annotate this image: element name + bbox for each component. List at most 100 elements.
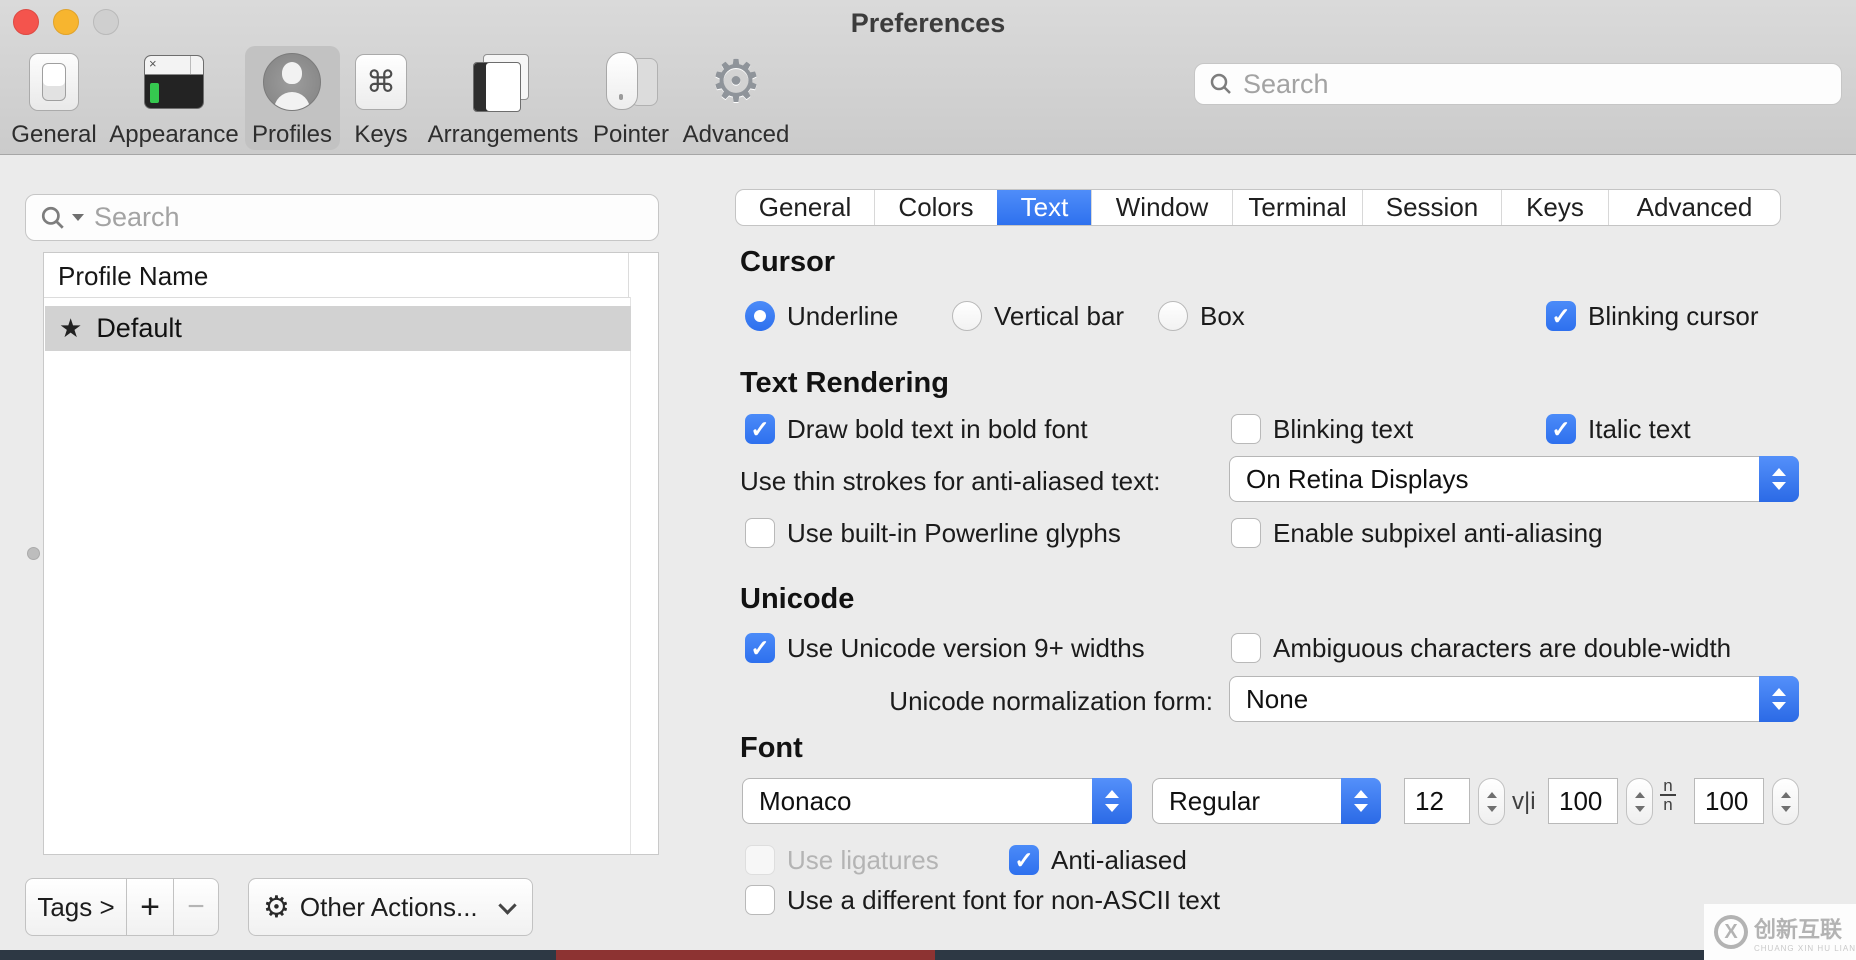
font-style-popup[interactable]: Regular [1152, 778, 1381, 824]
use-ligatures-label: Use ligatures [787, 845, 939, 876]
vertical-spacing-icon-top: n [1663, 778, 1672, 793]
cursor-section-heading: Cursor [740, 246, 835, 279]
search-scope-chevron-icon[interactable] [72, 214, 84, 221]
checkbox-subpixel[interactable]: Enable subpixel anti-aliasing [1231, 517, 1603, 549]
font-size-stepper[interactable] [1478, 778, 1505, 825]
tab-colors[interactable]: Colors [874, 190, 997, 225]
thin-strokes-popup[interactable]: On Retina Displays [1229, 456, 1799, 502]
add-profile-button[interactable]: + [127, 878, 174, 936]
tab-general[interactable]: General [736, 190, 874, 225]
checkbox-icon[interactable] [745, 518, 775, 548]
command-key-icon[interactable]: ⌘ [349, 50, 413, 114]
other-actions-button[interactable]: ⚙ Other Actions... [248, 878, 533, 936]
checkbox-draw-bold[interactable]: Draw bold text in bold font [745, 413, 1088, 445]
checkbox-use-ligatures[interactable]: Use ligatures [745, 844, 939, 876]
checkbox-non-ascii-font[interactable]: Use a different font for non-ASCII text [745, 884, 1220, 916]
toolbar-search[interactable] [1194, 63, 1842, 105]
watermark-cn-text: 创新互联 [1754, 912, 1856, 944]
tab-text[interactable]: Text [997, 190, 1091, 225]
close-button[interactable] [13, 9, 39, 35]
normalization-label: Unicode normalization form: [740, 686, 1213, 717]
radio-icon[interactable] [952, 301, 982, 331]
toolbar-search-input[interactable] [1243, 69, 1841, 100]
font-family-popup[interactable]: Monaco [742, 778, 1132, 824]
checkbox-blinking-text[interactable]: Blinking text [1231, 413, 1413, 445]
checkbox-icon[interactable] [745, 885, 775, 915]
popup-chevrons-icon[interactable] [1759, 456, 1799, 502]
profile-tab-bar: General Colors Text Window Terminal Sess… [735, 189, 1781, 226]
checkbox-italic-text[interactable]: Italic text [1546, 413, 1691, 445]
watermark-logo-icon: X [1714, 915, 1748, 949]
tab-window[interactable]: Window [1091, 190, 1232, 225]
arrangements-windows-glyph [473, 54, 533, 110]
table-scrollbar[interactable] [630, 297, 658, 854]
antialiased-label: Anti-aliased [1051, 845, 1187, 876]
checkbox-antialiased[interactable]: Anti-aliased [1009, 844, 1187, 876]
profiles-search[interactable] [25, 194, 659, 241]
tab-terminal[interactable]: Terminal [1232, 190, 1362, 225]
font-size-field[interactable] [1404, 778, 1470, 824]
arrangements-windows-icon[interactable] [471, 50, 535, 114]
mouse-icon[interactable] [599, 50, 663, 114]
horizontal-spacing-field[interactable] [1548, 778, 1618, 824]
checkbox-icon[interactable] [1009, 845, 1039, 875]
ambiguous-width-label: Ambiguous characters are double-width [1273, 633, 1731, 664]
tab-keys[interactable]: Keys [1501, 190, 1608, 225]
minimize-button[interactable] [53, 9, 79, 35]
radio-vertical-bar[interactable]: Vertical bar [952, 300, 1124, 332]
unicode9-label: Use Unicode version 9+ widths [787, 633, 1145, 664]
horizontal-spacing-stepper[interactable] [1626, 778, 1653, 825]
checkbox-powerline[interactable]: Use built-in Powerline glyphs [745, 517, 1121, 549]
subpixel-label: Enable subpixel anti-aliasing [1273, 518, 1603, 549]
zoom-button[interactable] [93, 9, 119, 35]
popup-chevrons-icon[interactable] [1092, 778, 1132, 824]
font-family-value: Monaco [743, 786, 852, 817]
radio-box[interactable]: Box [1158, 300, 1245, 332]
checkbox-unicode9[interactable]: Use Unicode version 9+ widths [745, 632, 1145, 664]
profiles-person-icon[interactable] [260, 50, 324, 114]
popup-chevrons-icon[interactable] [1759, 676, 1799, 722]
watermark-en-text: CHUANG XIN HU LIAN [1754, 944, 1856, 953]
profile-row-default[interactable]: ★ Default [45, 306, 631, 351]
vertical-spacing-field[interactable] [1694, 778, 1764, 824]
profile-name-column-header[interactable]: Profile Name [58, 261, 208, 292]
checkbox-icon[interactable] [1546, 414, 1576, 444]
normalization-popup[interactable]: None [1229, 676, 1799, 722]
search-icon [1209, 72, 1233, 96]
checkbox-icon[interactable] [1231, 518, 1261, 548]
remove-profile-button[interactable]: − [174, 878, 219, 936]
checkbox-ambiguous-width[interactable]: Ambiguous characters are double-width [1231, 632, 1731, 664]
profiles-search-input[interactable] [94, 202, 658, 233]
radio-underline[interactable]: Underline [745, 300, 898, 332]
tab-advanced[interactable]: Advanced [1608, 190, 1780, 225]
remove-profile-label: − [187, 890, 205, 924]
toolbar-item-advanced[interactable]: Advanced [646, 121, 826, 149]
general-switch-icon[interactable] [22, 50, 86, 114]
checkbox-blinking-cursor[interactable]: Blinking cursor [1546, 300, 1759, 332]
checkbox-icon[interactable] [1231, 633, 1261, 663]
popup-chevrons-icon[interactable] [1341, 778, 1381, 824]
radio-icon[interactable] [745, 301, 775, 331]
profiles-person-glyph [263, 53, 321, 111]
tags-button-label: Tags > [37, 892, 114, 923]
checkbox-icon[interactable] [1231, 414, 1261, 444]
bottom-strip-red [556, 950, 935, 960]
chevron-down-icon [498, 896, 516, 914]
checkbox-icon[interactable] [1546, 301, 1576, 331]
blinking-cursor-label: Blinking cursor [1588, 301, 1759, 332]
profiles-table-header[interactable]: Profile Name [44, 253, 658, 298]
general-switch-glyph [29, 53, 79, 111]
gear-glyph: ⚙ [710, 53, 762, 111]
tags-button[interactable]: Tags > [25, 878, 127, 936]
radio-icon[interactable] [1158, 301, 1188, 331]
splitter-handle-dot[interactable] [27, 547, 40, 560]
gear-icon[interactable]: ⚙ [704, 50, 768, 114]
vertical-spacing-stepper[interactable] [1772, 778, 1799, 825]
column-divider[interactable] [628, 253, 629, 297]
checkbox-icon[interactable] [745, 633, 775, 663]
tab-session[interactable]: Session [1362, 190, 1501, 225]
appearance-window-icon[interactable]: × [142, 50, 206, 114]
checkbox-icon[interactable] [745, 414, 775, 444]
thin-strokes-value: On Retina Displays [1230, 464, 1469, 495]
italic-text-label: Italic text [1588, 414, 1691, 445]
